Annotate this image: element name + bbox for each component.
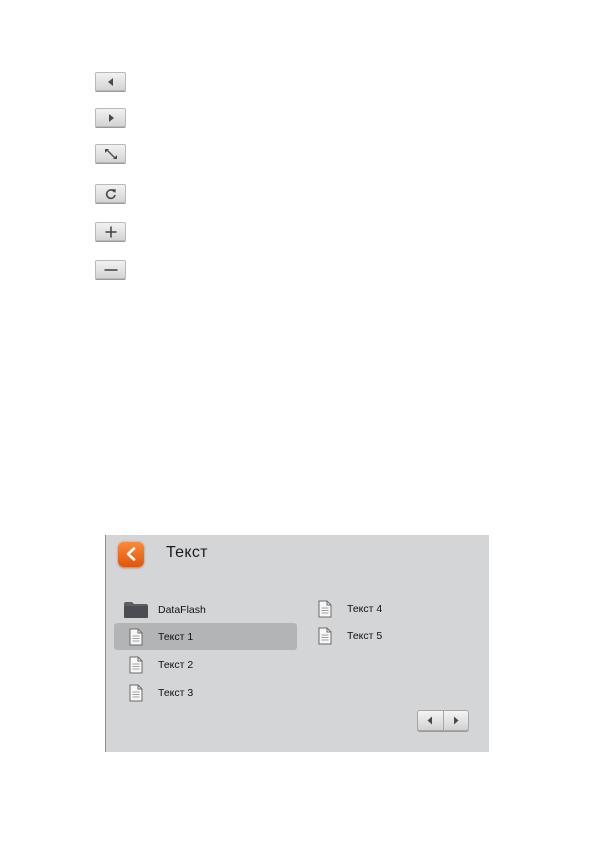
file-item-tekst-4[interactable]: Текст 4 <box>303 595 473 622</box>
chevron-left-icon <box>126 547 136 561</box>
arrow-right-icon <box>453 716 459 725</box>
arrow-left-icon <box>427 716 433 725</box>
page-next-button[interactable] <box>442 711 468 730</box>
arrow-right-icon <box>108 113 114 122</box>
device-screen: Текст DataFlash Текст 1 Текст 2 Текст 3 … <box>105 535 489 752</box>
refresh-icon <box>105 188 116 199</box>
refresh-button[interactable] <box>95 184 126 203</box>
expand-icon <box>104 148 117 159</box>
back-button[interactable] <box>118 541 144 567</box>
prev-button[interactable] <box>95 72 126 91</box>
plus-icon <box>105 226 116 237</box>
arrow-left-icon <box>107 77 113 86</box>
page-prev-button[interactable] <box>418 711 443 730</box>
document-icon <box>311 627 339 645</box>
document-icon <box>122 684 150 702</box>
list-item-label: Текст 2 <box>158 658 194 671</box>
folder-item-dataflash[interactable]: DataFlash <box>114 596 297 623</box>
list-item-label: Текст 5 <box>347 629 383 642</box>
file-item-tekst-2[interactable]: Текст 2 <box>114 651 297 678</box>
list-item-label: Текст 4 <box>347 602 383 615</box>
list-item-label: DataFlash <box>158 603 206 616</box>
document-icon <box>122 656 150 674</box>
expand-button[interactable] <box>95 144 126 163</box>
next-button[interactable] <box>95 108 126 127</box>
file-item-tekst-1[interactable]: Текст 1 <box>114 623 297 650</box>
file-item-tekst-3[interactable]: Текст 3 <box>114 679 297 706</box>
document-icon <box>311 600 339 618</box>
page-navigation <box>417 710 469 731</box>
minus-icon <box>104 268 117 271</box>
list-item-label: Текст 3 <box>158 686 194 699</box>
zoom-out-button[interactable] <box>95 260 126 279</box>
document-icon <box>122 628 150 646</box>
folder-icon <box>122 601 150 619</box>
screen-title: Текст <box>166 544 208 561</box>
file-item-tekst-5[interactable]: Текст 5 <box>303 622 473 649</box>
list-item-label: Текст 1 <box>158 630 194 643</box>
zoom-in-button[interactable] <box>95 222 126 241</box>
